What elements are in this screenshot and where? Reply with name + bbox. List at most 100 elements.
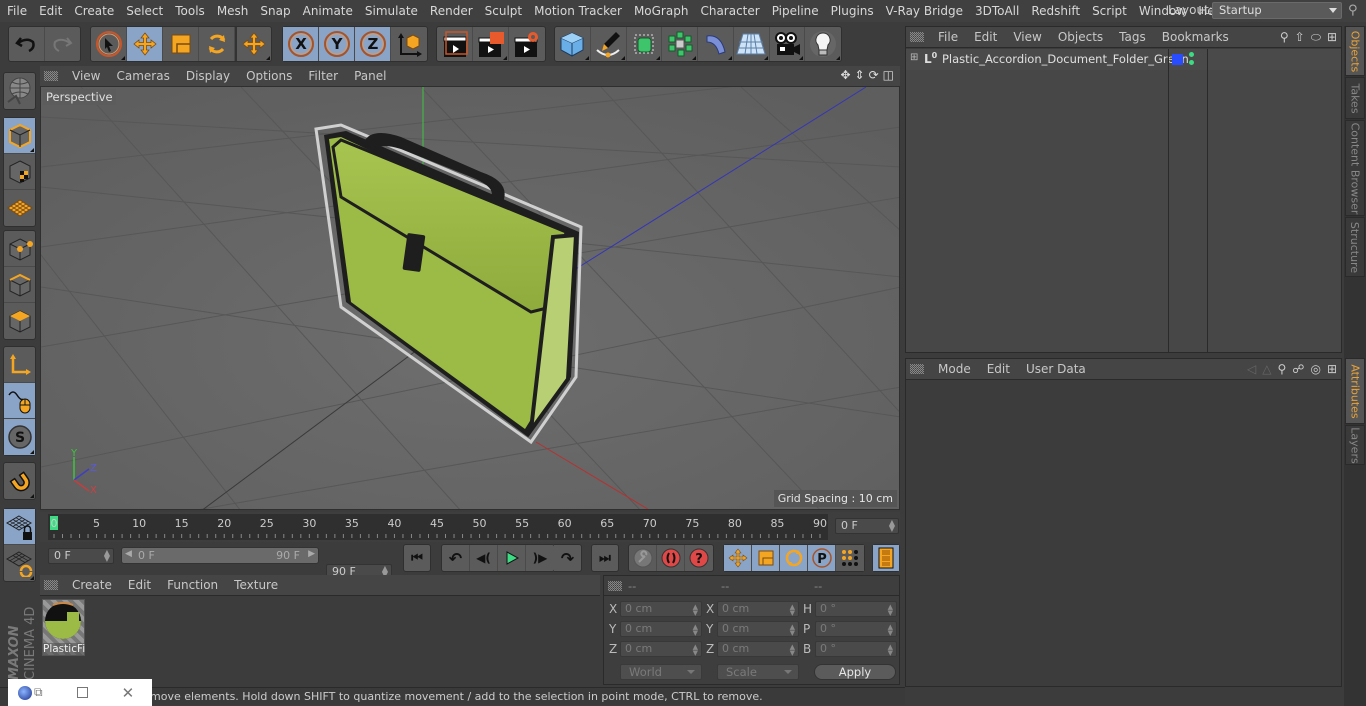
menu-plugins[interactable]: Plugins xyxy=(825,0,880,22)
expand-icon[interactable]: ⊞ xyxy=(910,52,918,63)
menu-script[interactable]: Script xyxy=(1086,0,1133,22)
prev-frame-button[interactable]: ◀( xyxy=(470,545,498,571)
redo-button[interactable] xyxy=(45,27,81,61)
axis-mode-button[interactable] xyxy=(4,347,35,383)
tab-structure[interactable]: Structure xyxy=(1345,217,1365,277)
objects-menu-file[interactable]: File xyxy=(930,30,966,44)
keyframe-selection-button[interactable]: ? xyxy=(685,545,713,571)
open-timeline-button[interactable] xyxy=(873,545,899,571)
home-up-icon[interactable]: ⇧ xyxy=(1295,30,1305,45)
menu-3dtoall[interactable]: 3DToAll xyxy=(969,0,1025,22)
render-view-button[interactable] xyxy=(437,27,473,61)
current-frame-field[interactable]: 0 F ▲ ▼ xyxy=(835,518,899,534)
add-pen-spline-button[interactable] xyxy=(591,27,627,61)
material-menu-function[interactable]: Function xyxy=(159,578,226,592)
texture-mode-button[interactable] xyxy=(4,154,35,190)
z-axis-lock-button[interactable]: Z xyxy=(355,27,391,61)
goto-start-button[interactable]: ⏮ xyxy=(404,545,430,571)
tab-attributes[interactable]: Attributes xyxy=(1345,358,1365,424)
last-tool-button[interactable] xyxy=(235,27,271,61)
add-deformer-button[interactable] xyxy=(698,27,734,61)
add-camera-button[interactable] xyxy=(770,27,806,61)
viewport-solo-button[interactable] xyxy=(4,73,35,109)
search-icon[interactable]: ⚲ xyxy=(1280,30,1289,45)
viewport-menu-filter[interactable]: Filter xyxy=(300,69,346,83)
frame-range-slider[interactable]: ◀ 0 F 90 F ▶ xyxy=(121,547,319,564)
range-right-handle[interactable]: ▶ xyxy=(308,549,315,559)
solo-mode-button[interactable]: S xyxy=(4,419,35,455)
menu-character[interactable]: Character xyxy=(694,0,765,22)
new-panel-icon[interactable]: ⊞ xyxy=(1327,362,1337,376)
play-button[interactable] xyxy=(498,545,526,571)
y-axis-lock-button[interactable]: Y xyxy=(319,27,355,61)
points-mode-button[interactable] xyxy=(4,231,35,267)
panel-grip[interactable] xyxy=(910,32,924,42)
tweak-mode-button[interactable] xyxy=(4,383,35,419)
key-position-button[interactable] xyxy=(724,545,752,571)
editor-visibility-dot[interactable] xyxy=(1189,52,1194,57)
attributes-menu-edit[interactable]: Edit xyxy=(979,362,1018,376)
add-light-button[interactable] xyxy=(805,27,841,61)
size-z-field[interactable]: 0 cm ▲ ▼ xyxy=(717,641,799,657)
menu-sculpt[interactable]: Sculpt xyxy=(479,0,528,22)
panel-grip[interactable] xyxy=(44,580,58,590)
object-name[interactable]: Plastic_Accordion_Document_Folder_Green xyxy=(942,52,1189,66)
tab-layers[interactable]: Layers xyxy=(1345,425,1365,465)
next-frame-button[interactable]: )▶ xyxy=(526,545,554,571)
close-icon[interactable]: ✕ xyxy=(122,684,135,702)
polygons-mode-button[interactable] xyxy=(4,303,35,339)
layer-color-swatch[interactable] xyxy=(1172,54,1183,65)
rotation-h-field[interactable]: 0 ° ▲ ▼ xyxy=(815,601,897,617)
render-visibility-dot[interactable] xyxy=(1189,60,1194,65)
position-x-field[interactable]: 0 cm ▲ ▼ xyxy=(620,601,702,617)
tab-content-browser[interactable]: Content Browser xyxy=(1345,120,1365,216)
key-parameter-button[interactable]: P xyxy=(808,545,836,571)
workplane-mode-button[interactable] xyxy=(4,190,35,226)
attributes-menu-user-data[interactable]: User Data xyxy=(1018,362,1094,376)
viewport-menu-cameras[interactable]: Cameras xyxy=(108,69,177,83)
add-floor-button[interactable] xyxy=(734,27,770,61)
menu-create[interactable]: Create xyxy=(68,0,120,22)
layout-dropdown[interactable]: Startup xyxy=(1212,2,1342,19)
material-swatch[interactable]: PlasticFi xyxy=(42,599,85,656)
rotation-b-field[interactable]: 0 ° ▲ ▼ xyxy=(815,641,897,657)
autokey-button[interactable] xyxy=(657,545,685,571)
maximize-view-icon[interactable]: ◫ xyxy=(883,68,894,82)
snap-button[interactable] xyxy=(4,463,35,499)
key-rotation-button[interactable] xyxy=(780,545,808,571)
link-icon[interactable]: ⬭ xyxy=(1311,30,1321,45)
key-pla-button[interactable] xyxy=(836,545,864,571)
record-keys-button[interactable] xyxy=(629,545,657,571)
object-row[interactable]: ⊞ L0 Plastic_Accordion_Document_Folder_G… xyxy=(906,49,1341,70)
move-tool-button[interactable] xyxy=(127,27,163,61)
apply-button[interactable]: Apply xyxy=(814,664,896,680)
range-left-handle[interactable]: ◀ xyxy=(125,549,132,559)
menu-mesh[interactable]: Mesh xyxy=(211,0,255,22)
3d-viewport[interactable]: Y Z X Perspective Grid Spacing : 10 cm xyxy=(40,86,900,510)
edges-mode-button[interactable] xyxy=(4,267,35,303)
objects-menu-view[interactable]: View xyxy=(1005,30,1049,44)
spinner-icon[interactable]: ▲ ▼ xyxy=(889,519,895,533)
menu-simulate[interactable]: Simulate xyxy=(359,0,424,22)
attributes-menu-mode[interactable]: Mode xyxy=(930,362,979,376)
viewport-menu-display[interactable]: Display xyxy=(178,69,238,83)
menu-motion-tracker[interactable]: Motion Tracker xyxy=(528,0,628,22)
lock-workplane-button[interactable] xyxy=(4,509,35,545)
back-arrow-icon[interactable]: ◁ xyxy=(1247,362,1256,376)
add-cloner-button[interactable] xyxy=(662,27,698,61)
menu-render[interactable]: Render xyxy=(424,0,479,22)
panel-grip[interactable] xyxy=(608,580,622,591)
menu-vray-bridge[interactable]: V-Ray Bridge xyxy=(880,0,969,22)
viewport-menu-options[interactable]: Options xyxy=(238,69,300,83)
goto-end-button[interactable]: ⏭ xyxy=(592,545,618,571)
menu-redshift[interactable]: Redshift xyxy=(1025,0,1086,22)
objects-menu-bookmarks[interactable]: Bookmarks xyxy=(1154,30,1237,44)
next-key-button[interactable]: ↷ xyxy=(554,545,581,571)
material-menu-texture[interactable]: Texture xyxy=(226,578,286,592)
objects-menu-edit[interactable]: Edit xyxy=(966,30,1005,44)
menu-pipeline[interactable]: Pipeline xyxy=(766,0,825,22)
restore-icon[interactable]: ⧉ xyxy=(34,685,43,700)
objects-menu-tags[interactable]: Tags xyxy=(1111,30,1154,44)
objects-menu-objects[interactable]: Objects xyxy=(1050,30,1111,44)
start-frame-field[interactable]: 0 F ▲ ▼ xyxy=(48,548,114,564)
